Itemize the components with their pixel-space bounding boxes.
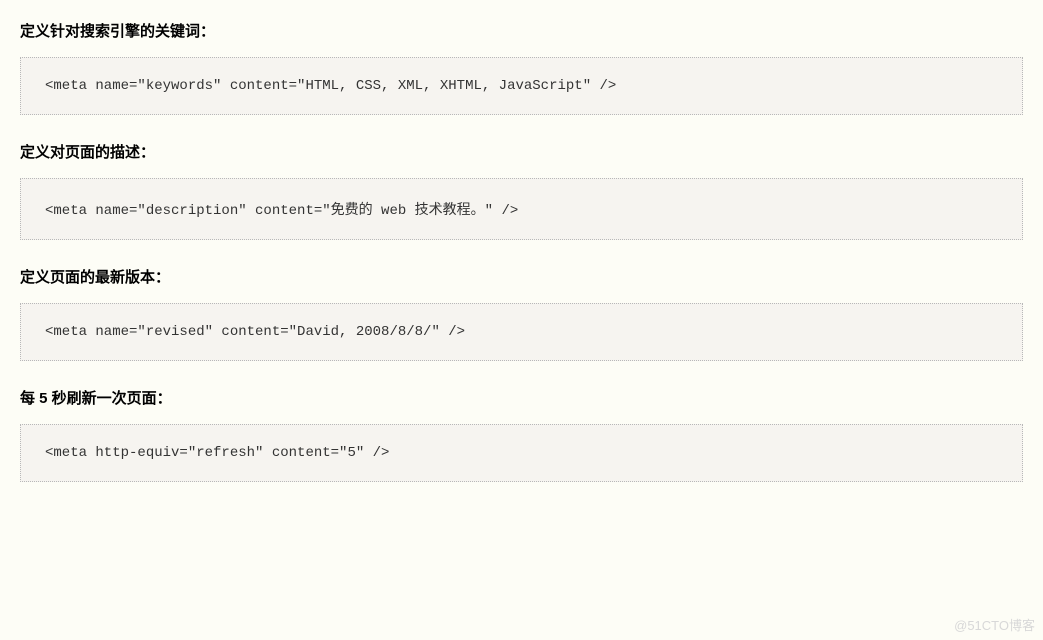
section-revised: 定义页面的最新版本： <meta name="revised" content=… xyxy=(20,266,1023,361)
code-block-description: <meta name="description" content="免费的 we… xyxy=(20,178,1023,240)
heading-refresh: 每 5 秒刷新一次页面： xyxy=(20,387,1023,408)
code-block-revised: <meta name="revised" content="David, 200… xyxy=(20,303,1023,361)
heading-keywords: 定义针对搜索引擎的关键词： xyxy=(20,20,1023,41)
section-description: 定义对页面的描述： <meta name="description" conte… xyxy=(20,141,1023,240)
code-block-keywords: <meta name="keywords" content="HTML, CSS… xyxy=(20,57,1023,115)
code-block-refresh: <meta http-equiv="refresh" content="5" /… xyxy=(20,424,1023,482)
watermark: @51CTO博客 xyxy=(954,615,1035,634)
section-keywords: 定义针对搜索引擎的关键词： <meta name="keywords" cont… xyxy=(20,20,1023,115)
heading-description: 定义对页面的描述： xyxy=(20,141,1023,162)
heading-revised: 定义页面的最新版本： xyxy=(20,266,1023,287)
section-refresh: 每 5 秒刷新一次页面： <meta http-equiv="refresh" … xyxy=(20,387,1023,482)
